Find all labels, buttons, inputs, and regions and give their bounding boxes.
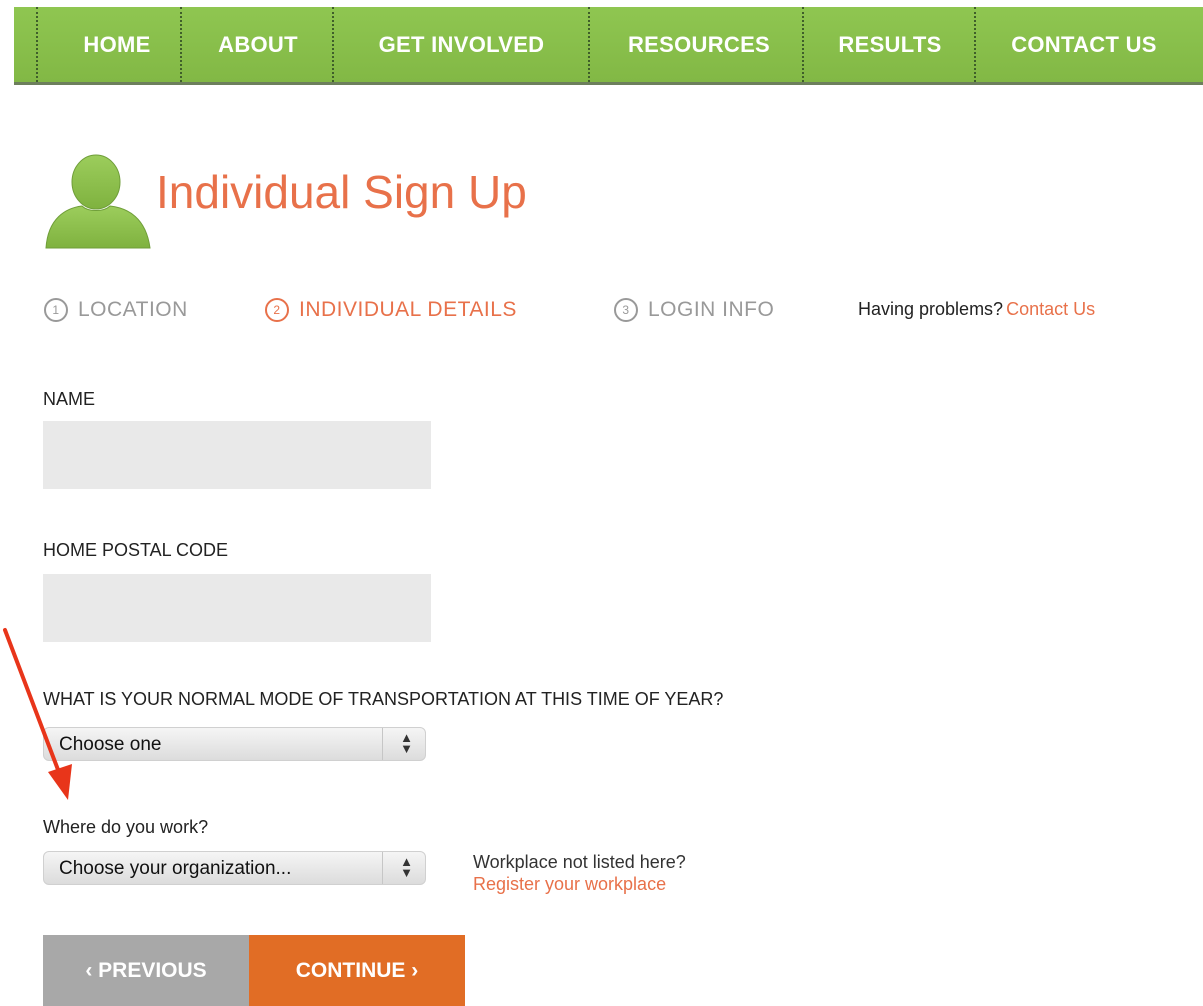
step-login-info: 3 LOGIN INFO bbox=[614, 298, 774, 322]
transport-label: WHAT IS YOUR NORMAL MODE OF TRANSPORTATI… bbox=[43, 689, 724, 709]
transport-select[interactable]: Choose one ▲ ▼ bbox=[43, 727, 426, 761]
name-input[interactable] bbox=[43, 421, 431, 489]
select-divider bbox=[382, 852, 383, 884]
step-number: 1 bbox=[44, 298, 68, 322]
step-location: 1 LOCATION bbox=[44, 298, 188, 322]
nav-item-resources[interactable]: RESOURCES bbox=[590, 7, 808, 82]
step-number: 2 bbox=[265, 298, 289, 322]
page-title: Individual Sign Up bbox=[156, 166, 527, 218]
postal-code-input[interactable] bbox=[43, 574, 431, 642]
step-individual-details: 2 INDIVIDUAL DETAILS bbox=[265, 298, 517, 322]
name-label: NAME bbox=[43, 389, 96, 409]
select-arrows-icon: ▲ ▼ bbox=[400, 854, 413, 880]
annotation-arrow-icon bbox=[3, 628, 72, 800]
continue-button[interactable]: CONTINUE › bbox=[249, 935, 465, 1006]
previous-button[interactable]: ‹ PREVIOUS bbox=[43, 935, 249, 1006]
step-label: INDIVIDUAL DETAILS bbox=[299, 298, 517, 321]
nav-item-home[interactable]: HOME bbox=[38, 7, 196, 82]
step-label: LOGIN INFO bbox=[648, 298, 775, 321]
help-prompt: Having problems? bbox=[858, 299, 1004, 319]
organization-select[interactable]: Choose your organization... ▲ ▼ bbox=[43, 851, 426, 885]
workplace-note: Workplace not listed here? Register your… bbox=[473, 851, 686, 895]
contact-us-link[interactable]: Contact Us bbox=[1006, 299, 1095, 319]
nav-item-contact-us[interactable]: CONTACT US bbox=[976, 7, 1192, 82]
workplace-note-text: Workplace not listed here? bbox=[473, 852, 686, 872]
nav-item-get-involved[interactable]: GET INVOLVED bbox=[334, 7, 589, 82]
nav-item-about[interactable]: ABOUT bbox=[182, 7, 334, 82]
register-workplace-link[interactable]: Register your workplace bbox=[473, 873, 686, 895]
select-arrows-icon: ▲ ▼ bbox=[400, 730, 413, 756]
main-nav: HOME ABOUT GET INVOLVED RESOURCES RESULT… bbox=[14, 7, 1203, 85]
help-text: Having problems? Contact Us bbox=[858, 299, 1095, 320]
user-silhouette-icon bbox=[45, 154, 151, 249]
step-label: LOCATION bbox=[78, 298, 188, 321]
work-label: Where do you work? bbox=[43, 817, 209, 837]
organization-select-value: Choose your organization... bbox=[59, 858, 292, 879]
select-divider bbox=[382, 728, 383, 760]
postal-code-label: HOME POSTAL CODE bbox=[43, 540, 229, 560]
nav-item-results[interactable]: RESULTS bbox=[804, 7, 976, 82]
step-number: 3 bbox=[614, 298, 638, 322]
